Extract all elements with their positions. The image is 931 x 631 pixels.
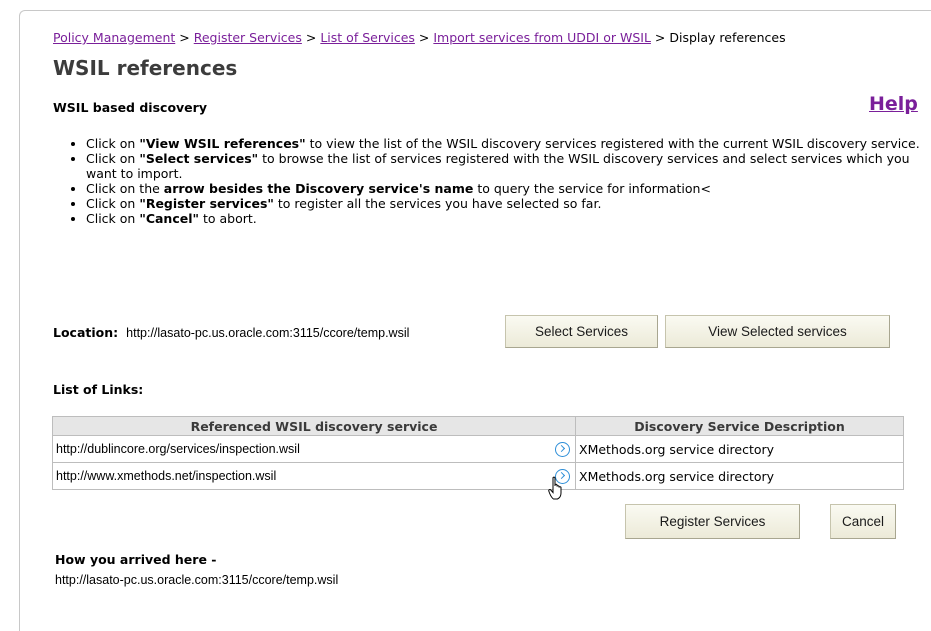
table-row: http://www.xmethods.net/inspection.wsil …	[52, 462, 904, 490]
instruction-item: Click on "Select services" to browse the…	[86, 151, 931, 181]
breadcrumb-list-of-services[interactable]: List of Services	[320, 30, 415, 45]
breadcrumb-current: Display references	[669, 30, 786, 45]
service-description: XMethods.org service directory	[575, 435, 904, 463]
service-cell: http://dublincore.org/services/inspectio…	[52, 435, 576, 463]
cancel-button[interactable]: Cancel	[830, 504, 896, 539]
instruction-item: Click on "View WSIL references" to view …	[86, 136, 931, 151]
breadcrumb-separator: >	[305, 30, 317, 45]
hand-cursor-icon	[548, 476, 562, 500]
view-selected-services-button[interactable]: View Selected services	[665, 315, 890, 348]
select-services-button[interactable]: Select Services	[505, 315, 658, 348]
instructions-list: Click on "View WSIL references" to view …	[62, 136, 931, 226]
table-header-row: Referenced WSIL discovery service Discov…	[52, 416, 904, 436]
breadcrumb-separator: >	[654, 30, 666, 45]
service-description: XMethods.org service directory	[575, 462, 904, 490]
table-row: http://dublincore.org/services/inspectio…	[52, 435, 904, 463]
breadcrumb-register-services[interactable]: Register Services	[194, 30, 302, 45]
location-value: http://lasato-pc.us.oracle.com:3115/ccor…	[126, 326, 410, 340]
service-url: http://dublincore.org/services/inspectio…	[56, 442, 300, 456]
help-link[interactable]: Help	[869, 93, 918, 115]
page-title: WSIL references	[53, 56, 238, 80]
breadcrumb-separator: >	[418, 30, 430, 45]
breadcrumb-policy-management[interactable]: Policy Management	[53, 30, 175, 45]
column-header-description: Discovery Service Description	[575, 416, 904, 436]
how-you-arrived-value: http://lasato-pc.us.oracle.com:3115/ccor…	[55, 573, 339, 587]
list-of-links-label: List of Links:	[53, 382, 144, 397]
breadcrumb-separator: >	[179, 30, 190, 45]
instruction-item: Click on "Register services" to register…	[86, 196, 931, 211]
instruction-item: Click on "Cancel" to abort.	[86, 211, 931, 226]
location-label: Location:	[53, 325, 119, 340]
register-services-button[interactable]: Register Services	[625, 504, 800, 539]
query-arrow-icon[interactable]	[555, 441, 570, 457]
column-header-referenced-service: Referenced WSIL discovery service	[52, 416, 576, 436]
breadcrumb-import-services[interactable]: Import services from UDDI or WSIL	[433, 30, 651, 45]
location-row: Location: http://lasato-pc.us.oracle.com…	[53, 325, 409, 340]
instruction-item: Click on the arrow besides the Discovery…	[86, 181, 931, 196]
service-cell: http://www.xmethods.net/inspection.wsil	[52, 462, 576, 490]
service-url: http://www.xmethods.net/inspection.wsil	[56, 469, 277, 483]
breadcrumb: Policy Management > Register Services > …	[53, 30, 786, 45]
links-table: Referenced WSIL discovery service Discov…	[52, 416, 904, 490]
section-subtitle: WSIL based discovery	[53, 100, 207, 115]
how-you-arrived-label: How you arrived here -	[55, 552, 217, 567]
